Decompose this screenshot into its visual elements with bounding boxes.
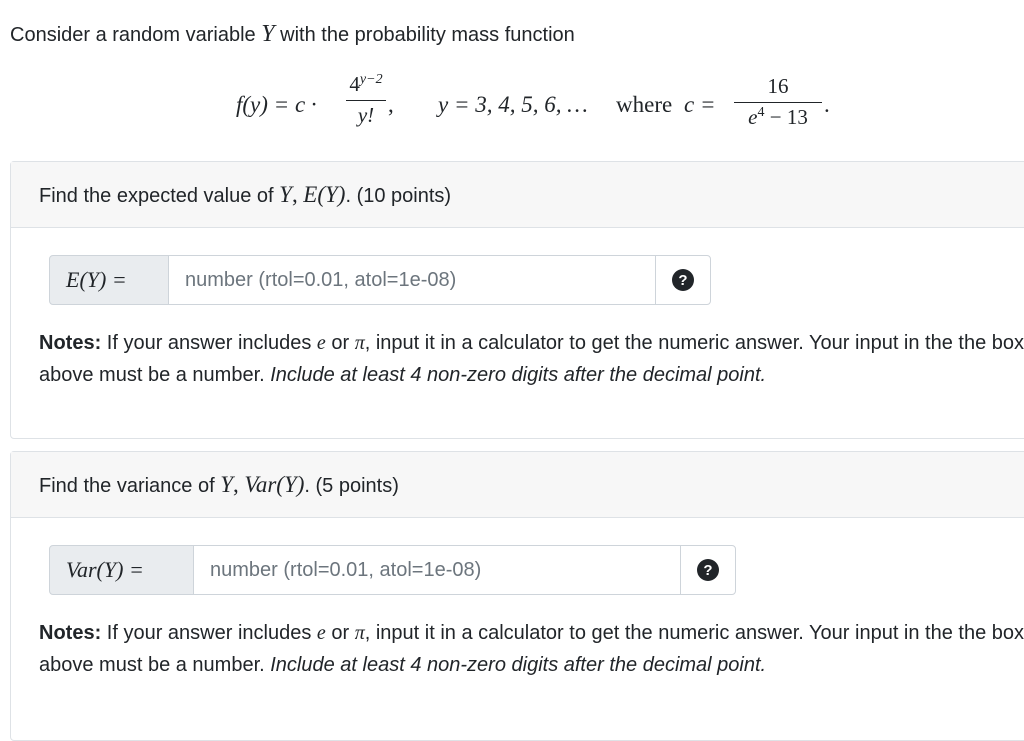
- intro-prefix: Consider a random variable: [10, 24, 256, 46]
- constant-c-fraction-bar: [734, 102, 822, 103]
- expected-value-question-card: Find the expected value of Y, E(Y). (10 …: [10, 161, 1024, 439]
- intro-variable: Y: [261, 21, 275, 47]
- q2-separator: ,: [233, 472, 239, 497]
- q1-points: . (10 points): [345, 185, 452, 207]
- variance-label: Var(Y) =: [49, 545, 194, 595]
- question-intro: Consider a random variable Y with the pr…: [10, 20, 575, 49]
- pmf-comma: ,: [388, 92, 394, 117]
- expected-value-notes: Notes: If your answer includes e or π, i…: [39, 327, 1024, 391]
- pmf-numerator-base: 4: [349, 72, 360, 96]
- expected-value-label: E(Y) =: [49, 255, 169, 305]
- pmf-where: where: [616, 92, 673, 117]
- variance-question-card: Find the variance of Y, Var(Y). (5 point…: [10, 451, 1024, 741]
- pmf-fraction-bar: [346, 100, 386, 101]
- notes-e-symbol: e: [316, 332, 326, 354]
- variance-help-button[interactable]: ?: [680, 545, 736, 595]
- notes-label: Notes:: [39, 622, 102, 644]
- variance-question-header: Find the variance of Y, Var(Y). (5 point…: [11, 452, 1024, 518]
- q1-separator: ,: [291, 182, 298, 207]
- intro-suffix: with the probability mass function: [280, 24, 575, 46]
- question-circle-icon: ?: [672, 269, 694, 291]
- notes-label: Notes:: [39, 332, 102, 354]
- variance-notes: Notes: If your answer includes e or π, i…: [39, 617, 1024, 681]
- expected-value-input-group: E(Y) = number (rtol=0.01, atol=1e-08) ?: [49, 255, 711, 305]
- constant-c-fraction: 16 e4 − 13: [734, 74, 822, 130]
- notes-pi-symbol: π: [354, 332, 365, 354]
- q1-prefix: Find the expected value of: [39, 185, 274, 207]
- q2-variable: Y: [220, 472, 234, 497]
- notes-pi-symbol: π: [354, 622, 365, 644]
- pmf-denominator: y!: [357, 103, 375, 127]
- pmf-numerator-exponent: y−2: [359, 72, 383, 87]
- expected-value-input[interactable]: number (rtol=0.01, atol=1e-08): [169, 255, 655, 305]
- q1-variable: Y: [279, 182, 292, 207]
- q2-points: . (5 points): [304, 475, 399, 497]
- notes-e-symbol: e: [316, 622, 326, 644]
- notes-text-1: If your answer includes: [101, 332, 317, 354]
- notes-instruction: Include at least 4 non-zero digits after…: [270, 654, 767, 676]
- variance-input[interactable]: number (rtol=0.01, atol=1e-08): [194, 545, 680, 595]
- pmf-support: y = 3, 4, 5, 6, …: [438, 92, 588, 117]
- formula-period: .: [824, 92, 830, 117]
- constant-c-denominator-rest: − 13: [764, 105, 808, 129]
- notes-text-1: If your answer includes: [101, 622, 317, 644]
- pmf-lhs: f(y) = c ·: [236, 92, 317, 117]
- q1-expression: E(Y): [303, 182, 346, 207]
- expected-value-help-button[interactable]: ?: [655, 255, 711, 305]
- constant-c-numerator: 16: [767, 74, 789, 98]
- notes-or: or: [325, 622, 355, 644]
- notes-or: or: [325, 332, 355, 354]
- variance-input-group: Var(Y) = number (rtol=0.01, atol=1e-08) …: [49, 545, 736, 595]
- q2-expression: Var(Y): [244, 472, 305, 497]
- pmf-formula: f(y) = c · 4y−2 y! , y = 3, 4, 5, 6, … w…: [236, 70, 836, 140]
- question-circle-icon: ?: [697, 559, 719, 581]
- expected-value-question-header: Find the expected value of Y, E(Y). (10 …: [11, 162, 1024, 228]
- pmf-fraction: 4y−2 y!: [346, 72, 386, 128]
- notes-instruction: Include at least 4 non-zero digits after…: [270, 364, 767, 386]
- constant-c-label: c =: [684, 92, 716, 117]
- q2-prefix: Find the variance of: [39, 475, 215, 497]
